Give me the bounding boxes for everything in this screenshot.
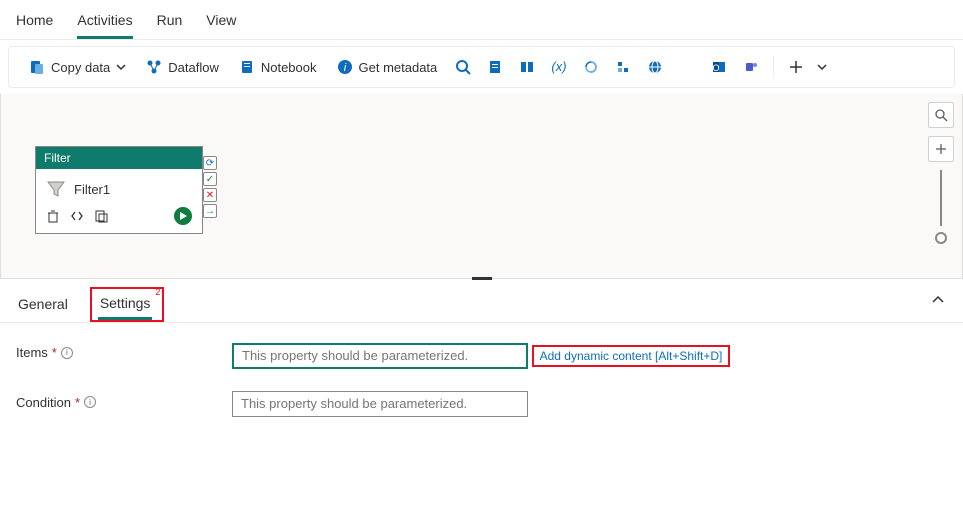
copy-data-button[interactable]: Copy data — [21, 55, 134, 79]
canvas-side-controls — [928, 102, 954, 244]
info-icon[interactable]: i — [84, 396, 96, 408]
properties-panel-tabs: General Settings 2 — [0, 281, 963, 323]
dataflow-button[interactable]: Dataflow — [138, 55, 227, 79]
lookup-icon[interactable] — [449, 53, 477, 81]
info-icon[interactable]: i — [61, 347, 73, 359]
dataflow-label: Dataflow — [168, 60, 219, 75]
get-metadata-button[interactable]: i Get metadata — [329, 55, 446, 79]
get-metadata-label: Get metadata — [359, 60, 438, 75]
run-icon[interactable] — [174, 207, 192, 225]
zoom-in-icon[interactable] — [928, 136, 954, 162]
add-dynamic-content-link[interactable]: Add dynamic content [Alt+Shift+D] — [532, 345, 731, 367]
web-icon[interactable] — [641, 53, 669, 81]
top-tabs: Home Activities Run View — [0, 0, 963, 40]
filter-activity-node[interactable]: Filter Filter1 — [35, 146, 203, 234]
delete-icon[interactable] — [46, 209, 60, 223]
if-icon[interactable] — [609, 53, 637, 81]
tab-activities[interactable]: Activities — [77, 8, 132, 39]
port-skip-icon[interactable]: → — [203, 204, 217, 218]
panel-tab-settings-highlight: Settings 2 — [90, 287, 165, 322]
teams-icon[interactable] — [737, 53, 765, 81]
notebook-label: Notebook — [261, 60, 317, 75]
node-output-ports: ⟳ ✓ ✕ → — [203, 156, 217, 218]
copy-data-label: Copy data — [51, 60, 110, 75]
activities-toolbar: Copy data Dataflow Notebook i Get metada… — [8, 46, 955, 88]
copy-data-icon — [29, 59, 45, 75]
tab-run[interactable]: Run — [157, 8, 183, 39]
zoom-slider[interactable] — [940, 170, 942, 226]
svg-text:(x): (x) — [552, 59, 567, 74]
panel-tab-general[interactable]: General — [16, 292, 70, 322]
functions-icon[interactable] — [673, 53, 701, 81]
code-icon[interactable] — [70, 209, 84, 223]
settings-error-badge: 2 — [155, 287, 160, 297]
stored-proc-icon[interactable] — [513, 53, 541, 81]
port-fail-icon[interactable]: ✕ — [203, 188, 217, 202]
panel-tab-settings[interactable]: Settings — [98, 291, 153, 320]
funnel-icon — [46, 179, 66, 199]
foreach-icon[interactable] — [577, 53, 605, 81]
dataflow-icon — [146, 59, 162, 75]
pipeline-canvas[interactable]: Filter Filter1 ⟳ ✓ ✕ → — [0, 94, 963, 279]
required-mark: * — [52, 345, 57, 360]
condition-input[interactable] — [232, 391, 528, 417]
port-success-icon[interactable]: ✓ — [203, 172, 217, 186]
filter-node-name: Filter1 — [74, 182, 110, 197]
toolbar-divider — [773, 56, 774, 78]
settings-form: Items * i Add dynamic content [Alt+Shift… — [0, 323, 963, 457]
notebook-button[interactable]: Notebook — [231, 55, 325, 79]
script-icon[interactable] — [481, 53, 509, 81]
filter-node-type: Filter — [36, 147, 202, 169]
add-activity-button[interactable] — [782, 53, 810, 81]
info-icon: i — [337, 59, 353, 75]
outlook-icon[interactable]: O — [705, 53, 733, 81]
svg-text:O: O — [713, 63, 720, 73]
notebook-icon — [239, 59, 255, 75]
canvas-search-icon[interactable] — [928, 102, 954, 128]
chevron-down-icon — [116, 62, 126, 72]
variable-icon[interactable]: (x) — [545, 53, 573, 81]
port-activity-icon[interactable]: ⟳ — [203, 156, 217, 170]
tab-home[interactable]: Home — [16, 8, 53, 39]
condition-label: Condition * i — [16, 391, 232, 410]
required-mark: * — [75, 395, 80, 410]
items-input[interactable] — [232, 343, 528, 369]
add-dropdown-icon[interactable] — [814, 53, 830, 81]
items-label: Items * i — [16, 341, 232, 360]
tab-view[interactable]: View — [206, 8, 236, 39]
zoom-slider-thumb[interactable] — [935, 232, 947, 244]
collapse-panel-icon[interactable] — [931, 293, 945, 307]
copy-icon[interactable] — [94, 209, 108, 223]
